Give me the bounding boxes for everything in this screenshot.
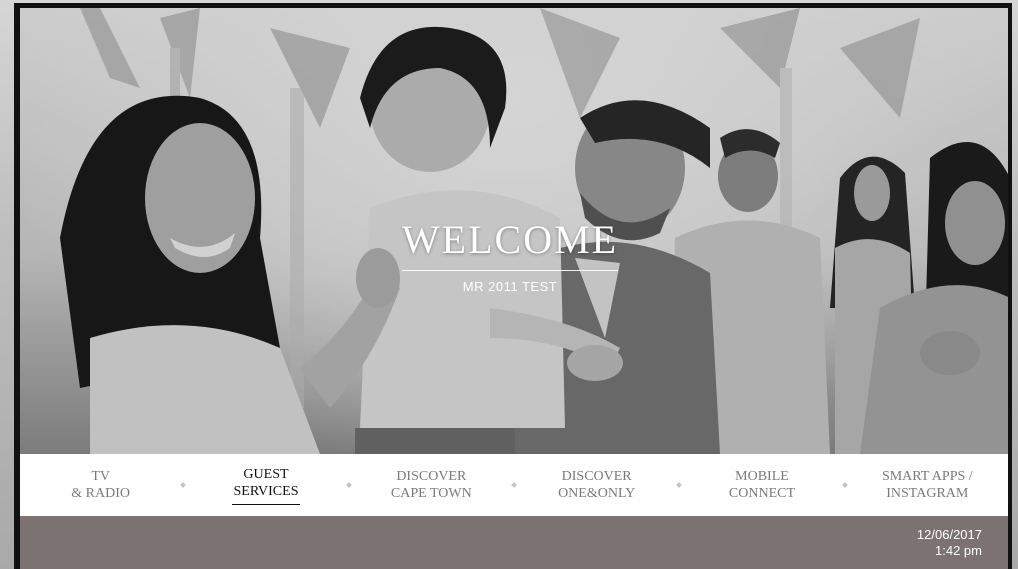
menu-item-label-line1: DISCOVER xyxy=(396,469,467,484)
menu-item-discover-one-and-only[interactable]: DISCOVER ONE&ONLY xyxy=(516,468,677,502)
menu-item-label-line2: CONNECT xyxy=(728,486,796,501)
main-menu: TV & RADIO GUEST SERVICES DISCOVER CAPE … xyxy=(20,454,1008,516)
current-date: 12/06/2017 xyxy=(916,527,982,542)
current-time: 1:42 pm xyxy=(935,543,982,558)
menu-item-label-line2: & RADIO xyxy=(71,486,131,501)
tv-screen: WELCOME MR 2011 TEST TV & RADIO GUEST SE… xyxy=(14,3,1012,569)
active-menu-underline xyxy=(231,503,300,505)
menu-item-label-line2: CAPE TOWN xyxy=(390,486,472,501)
menu-item-label-line2: ONE&ONLY xyxy=(558,486,636,501)
menu-item-guest-services[interactable]: GUEST SERVICES xyxy=(185,466,346,505)
date-time-display: 12/06/2017 1:42 pm xyxy=(917,527,982,559)
menu-item-tv-radio[interactable]: TV & RADIO xyxy=(20,468,181,502)
hero-photo: WELCOME MR 2011 TEST xyxy=(20,8,1008,454)
guest-name: MR 2011 TEST xyxy=(462,279,558,294)
menu-item-label-line1: MOBILE xyxy=(735,469,789,484)
menu-item-label-line1: TV xyxy=(91,469,110,484)
welcome-block: WELCOME MR 2011 TEST xyxy=(390,218,630,294)
menu-item-smart-apps-instagram[interactable]: SMART APPS / INSTAGRAM xyxy=(847,468,1008,502)
menu-item-label-line2: SERVICES xyxy=(233,483,299,499)
menu-item-mobile-connect[interactable]: MOBILE CONNECT xyxy=(681,468,842,502)
welcome-divider xyxy=(402,270,618,271)
menu-item-label-line1: GUEST xyxy=(243,466,289,482)
menu-item-label-line2: INSTAGRAM xyxy=(886,486,969,501)
welcome-title: WELCOME xyxy=(401,217,619,262)
menu-item-label-line1: SMART APPS / xyxy=(881,469,973,484)
menu-item-label-line1: DISCOVER xyxy=(561,469,632,484)
status-bar: 12/06/2017 1:42 pm xyxy=(20,516,1008,569)
menu-item-discover-cape-town[interactable]: DISCOVER CAPE TOWN xyxy=(351,468,512,502)
